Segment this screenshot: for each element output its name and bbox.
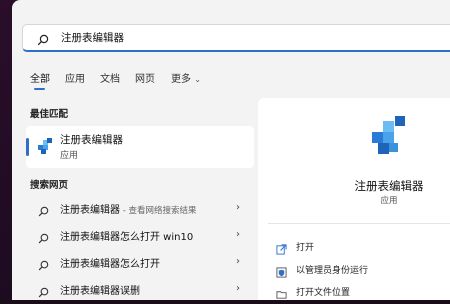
tab-more-label: 更多 <box>171 74 191 85</box>
chevron-right-icon: › <box>236 202 240 213</box>
detail-pane: 注册表编辑器 应用 打开 以管理员身份运行 打开文件位置 <box>258 98 450 300</box>
web-result-row[interactable]: 注册表编辑器怎么打开 › <box>26 249 254 275</box>
open-file-location-label: 打开文件位置 <box>296 288 351 298</box>
best-match-name: 注册表编辑器 <box>60 134 123 146</box>
tab-web[interactable]: 网页 <box>135 70 155 85</box>
tab-documents[interactable]: 文档 <box>100 70 120 85</box>
web-result-row[interactable]: 注册表编辑器 - 查看网络搜索结果 › <box>26 195 254 221</box>
web-result-label: 注册表编辑器 - 查看网络搜索结果 <box>60 205 197 216</box>
chevron-right-icon: › <box>236 283 240 294</box>
open-file-location-action[interactable]: 打开文件位置 <box>276 282 446 302</box>
tab-more[interactable]: 更多 ⌄ <box>171 70 201 85</box>
web-result-row[interactable]: 注册表编辑器误删 › <box>26 276 254 302</box>
open-action[interactable]: 打开 <box>276 237 446 257</box>
selection-indicator <box>26 138 29 156</box>
search-icon <box>38 256 49 275</box>
open-icon <box>276 240 287 259</box>
web-result-row[interactable]: 注册表编辑器怎么打开 win10 › <box>26 222 254 248</box>
active-tab-indicator <box>34 88 45 90</box>
search-icon <box>38 283 49 302</box>
search-box[interactable]: 注册表编辑器 <box>22 24 450 52</box>
open-label: 打开 <box>296 243 315 253</box>
detail-app-name: 注册表编辑器 <box>354 179 424 193</box>
search-icon <box>38 229 49 248</box>
search-input[interactable]: 注册表编辑器 <box>61 30 124 45</box>
web-search-heading: 搜索网页 <box>30 180 69 191</box>
chevron-down-icon: ⌄ <box>194 75 201 84</box>
web-result-label: 注册表编辑器怎么打开 <box>60 259 160 270</box>
tab-apps[interactable]: 应用 <box>65 70 85 85</box>
web-result-label: 注册表编辑器误删 <box>60 286 140 297</box>
tab-all[interactable]: 全部 <box>30 70 50 85</box>
divider <box>268 223 450 224</box>
registry-editor-icon <box>370 116 410 160</box>
search-icon <box>37 31 49 50</box>
chevron-right-icon: › <box>236 256 240 267</box>
admin-shield-icon <box>276 263 287 282</box>
best-match-heading: 最佳匹配 <box>30 109 69 120</box>
run-as-admin-action[interactable]: 以管理员身份运行 <box>276 260 446 280</box>
folder-icon <box>276 285 287 304</box>
chevron-right-icon: › <box>236 229 240 240</box>
detail-app-type: 应用 <box>380 196 398 206</box>
best-match-type: 应用 <box>60 151 79 161</box>
web-result-label: 注册表编辑器怎么打开 win10 <box>60 232 194 243</box>
registry-editor-icon <box>37 138 53 158</box>
best-match-result[interactable]: 注册表编辑器 应用 <box>26 126 254 168</box>
search-icon <box>38 202 49 221</box>
web-result-hint: - 查看网络搜索结果 <box>120 206 197 216</box>
run-as-admin-label: 以管理员身份运行 <box>296 266 369 276</box>
